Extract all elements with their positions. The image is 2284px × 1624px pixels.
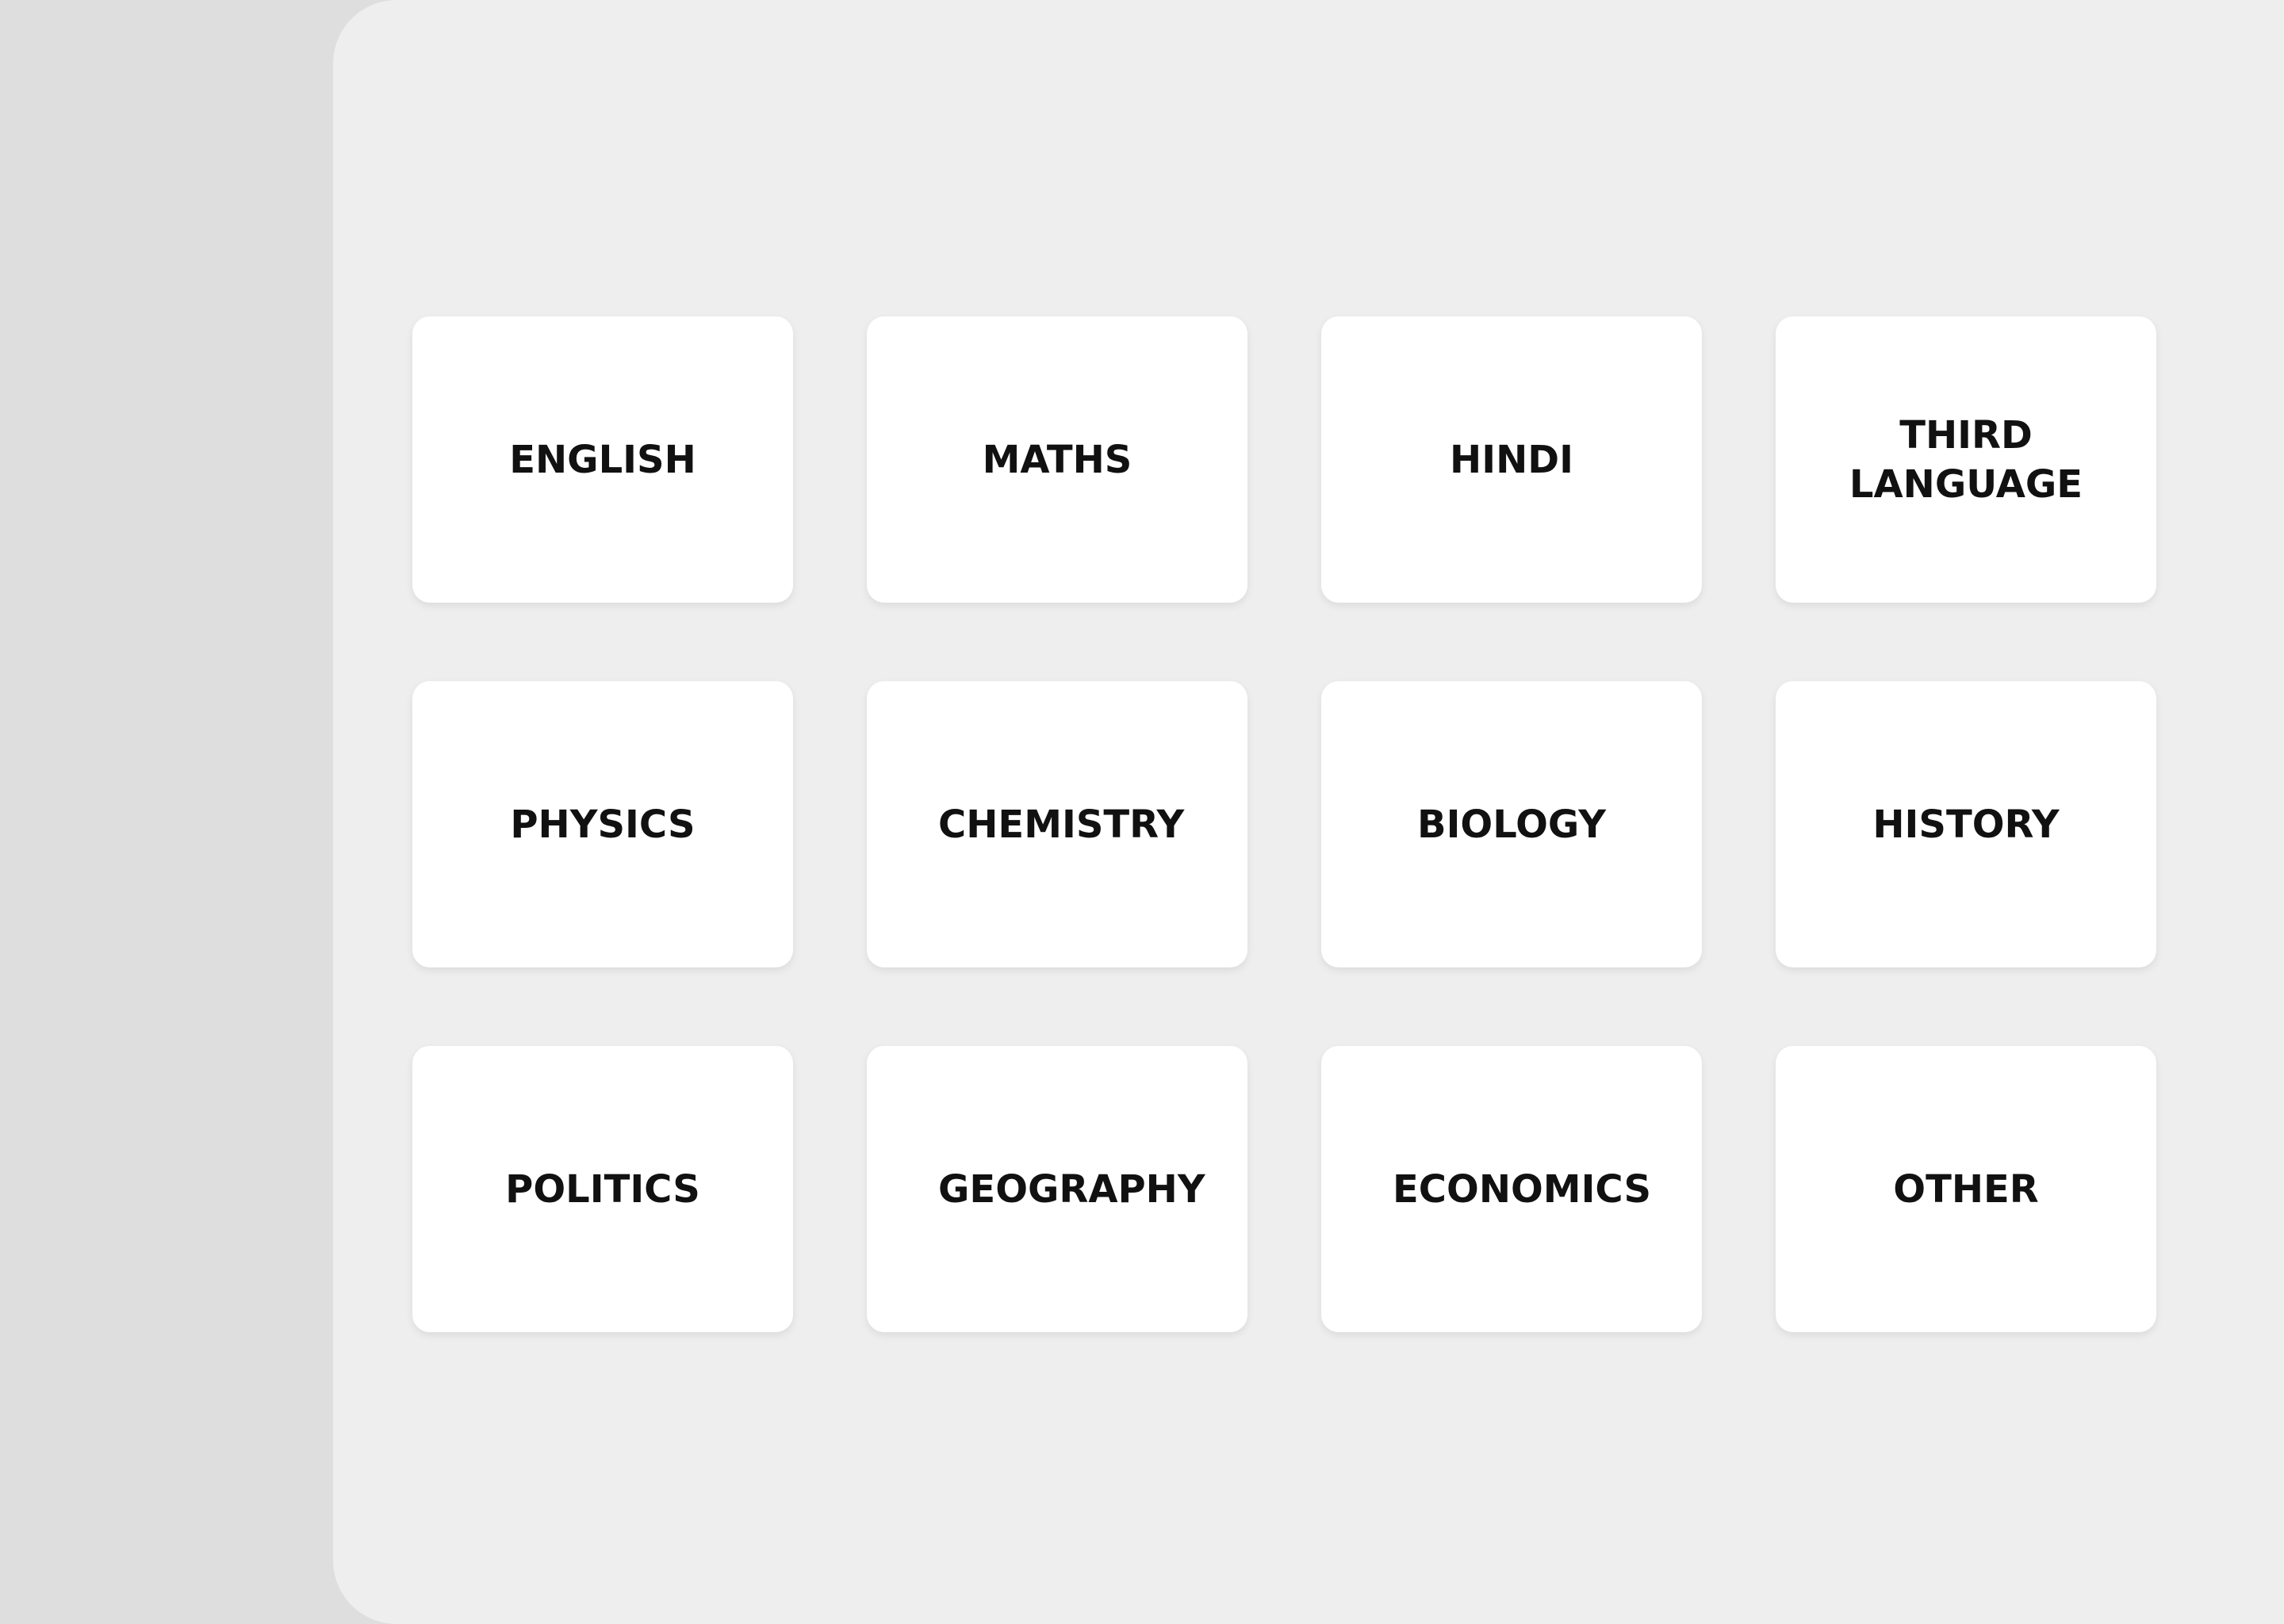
subject-card-maths[interactable]: MATHS — [867, 316, 1247, 603]
subject-label: OTHER — [1893, 1166, 2039, 1212]
subject-label: ENGLISH — [509, 437, 696, 482]
subject-label: BIOLOGY — [1416, 802, 1607, 847]
subject-label: POLITICS — [505, 1166, 700, 1212]
subject-card-biology[interactable]: BIOLOGY — [1321, 681, 1702, 967]
subject-label: PHYSICS — [510, 802, 696, 847]
subject-card-english[interactable]: ENGLISH — [412, 316, 793, 603]
subject-label: THIRD LANGUAGE — [1849, 412, 2083, 507]
sidebar — [0, 0, 333, 1624]
main-panel: ENGLISH MATHS HINDI THIRD LANGUAGE PHYSI… — [333, 0, 2284, 1624]
subject-label: HISTORY — [1872, 802, 2060, 847]
subject-grid: ENGLISH MATHS HINDI THIRD LANGUAGE PHYSI… — [412, 316, 2156, 1332]
subject-label: CHEMISTRY — [938, 802, 1185, 847]
subject-label: ECONOMICS — [1393, 1166, 1652, 1212]
subject-card-chemistry[interactable]: CHEMISTRY — [867, 681, 1247, 967]
subject-card-third-language[interactable]: THIRD LANGUAGE — [1776, 316, 2156, 603]
subject-label: HINDI — [1450, 437, 1573, 482]
subject-card-economics[interactable]: ECONOMICS — [1321, 1046, 1702, 1332]
subject-card-politics[interactable]: POLITICS — [412, 1046, 793, 1332]
subject-card-other[interactable]: OTHER — [1776, 1046, 2156, 1332]
subject-card-physics[interactable]: PHYSICS — [412, 681, 793, 967]
subject-card-geography[interactable]: GEOGRAPHY — [867, 1046, 1247, 1332]
subject-card-history[interactable]: HISTORY — [1776, 681, 2156, 967]
subject-label: GEOGRAPHY — [938, 1166, 1205, 1212]
app-window: ENGLISH MATHS HINDI THIRD LANGUAGE PHYSI… — [0, 0, 2284, 1624]
subject-card-hindi[interactable]: HINDI — [1321, 316, 1702, 603]
subject-label: MATHS — [982, 437, 1132, 482]
